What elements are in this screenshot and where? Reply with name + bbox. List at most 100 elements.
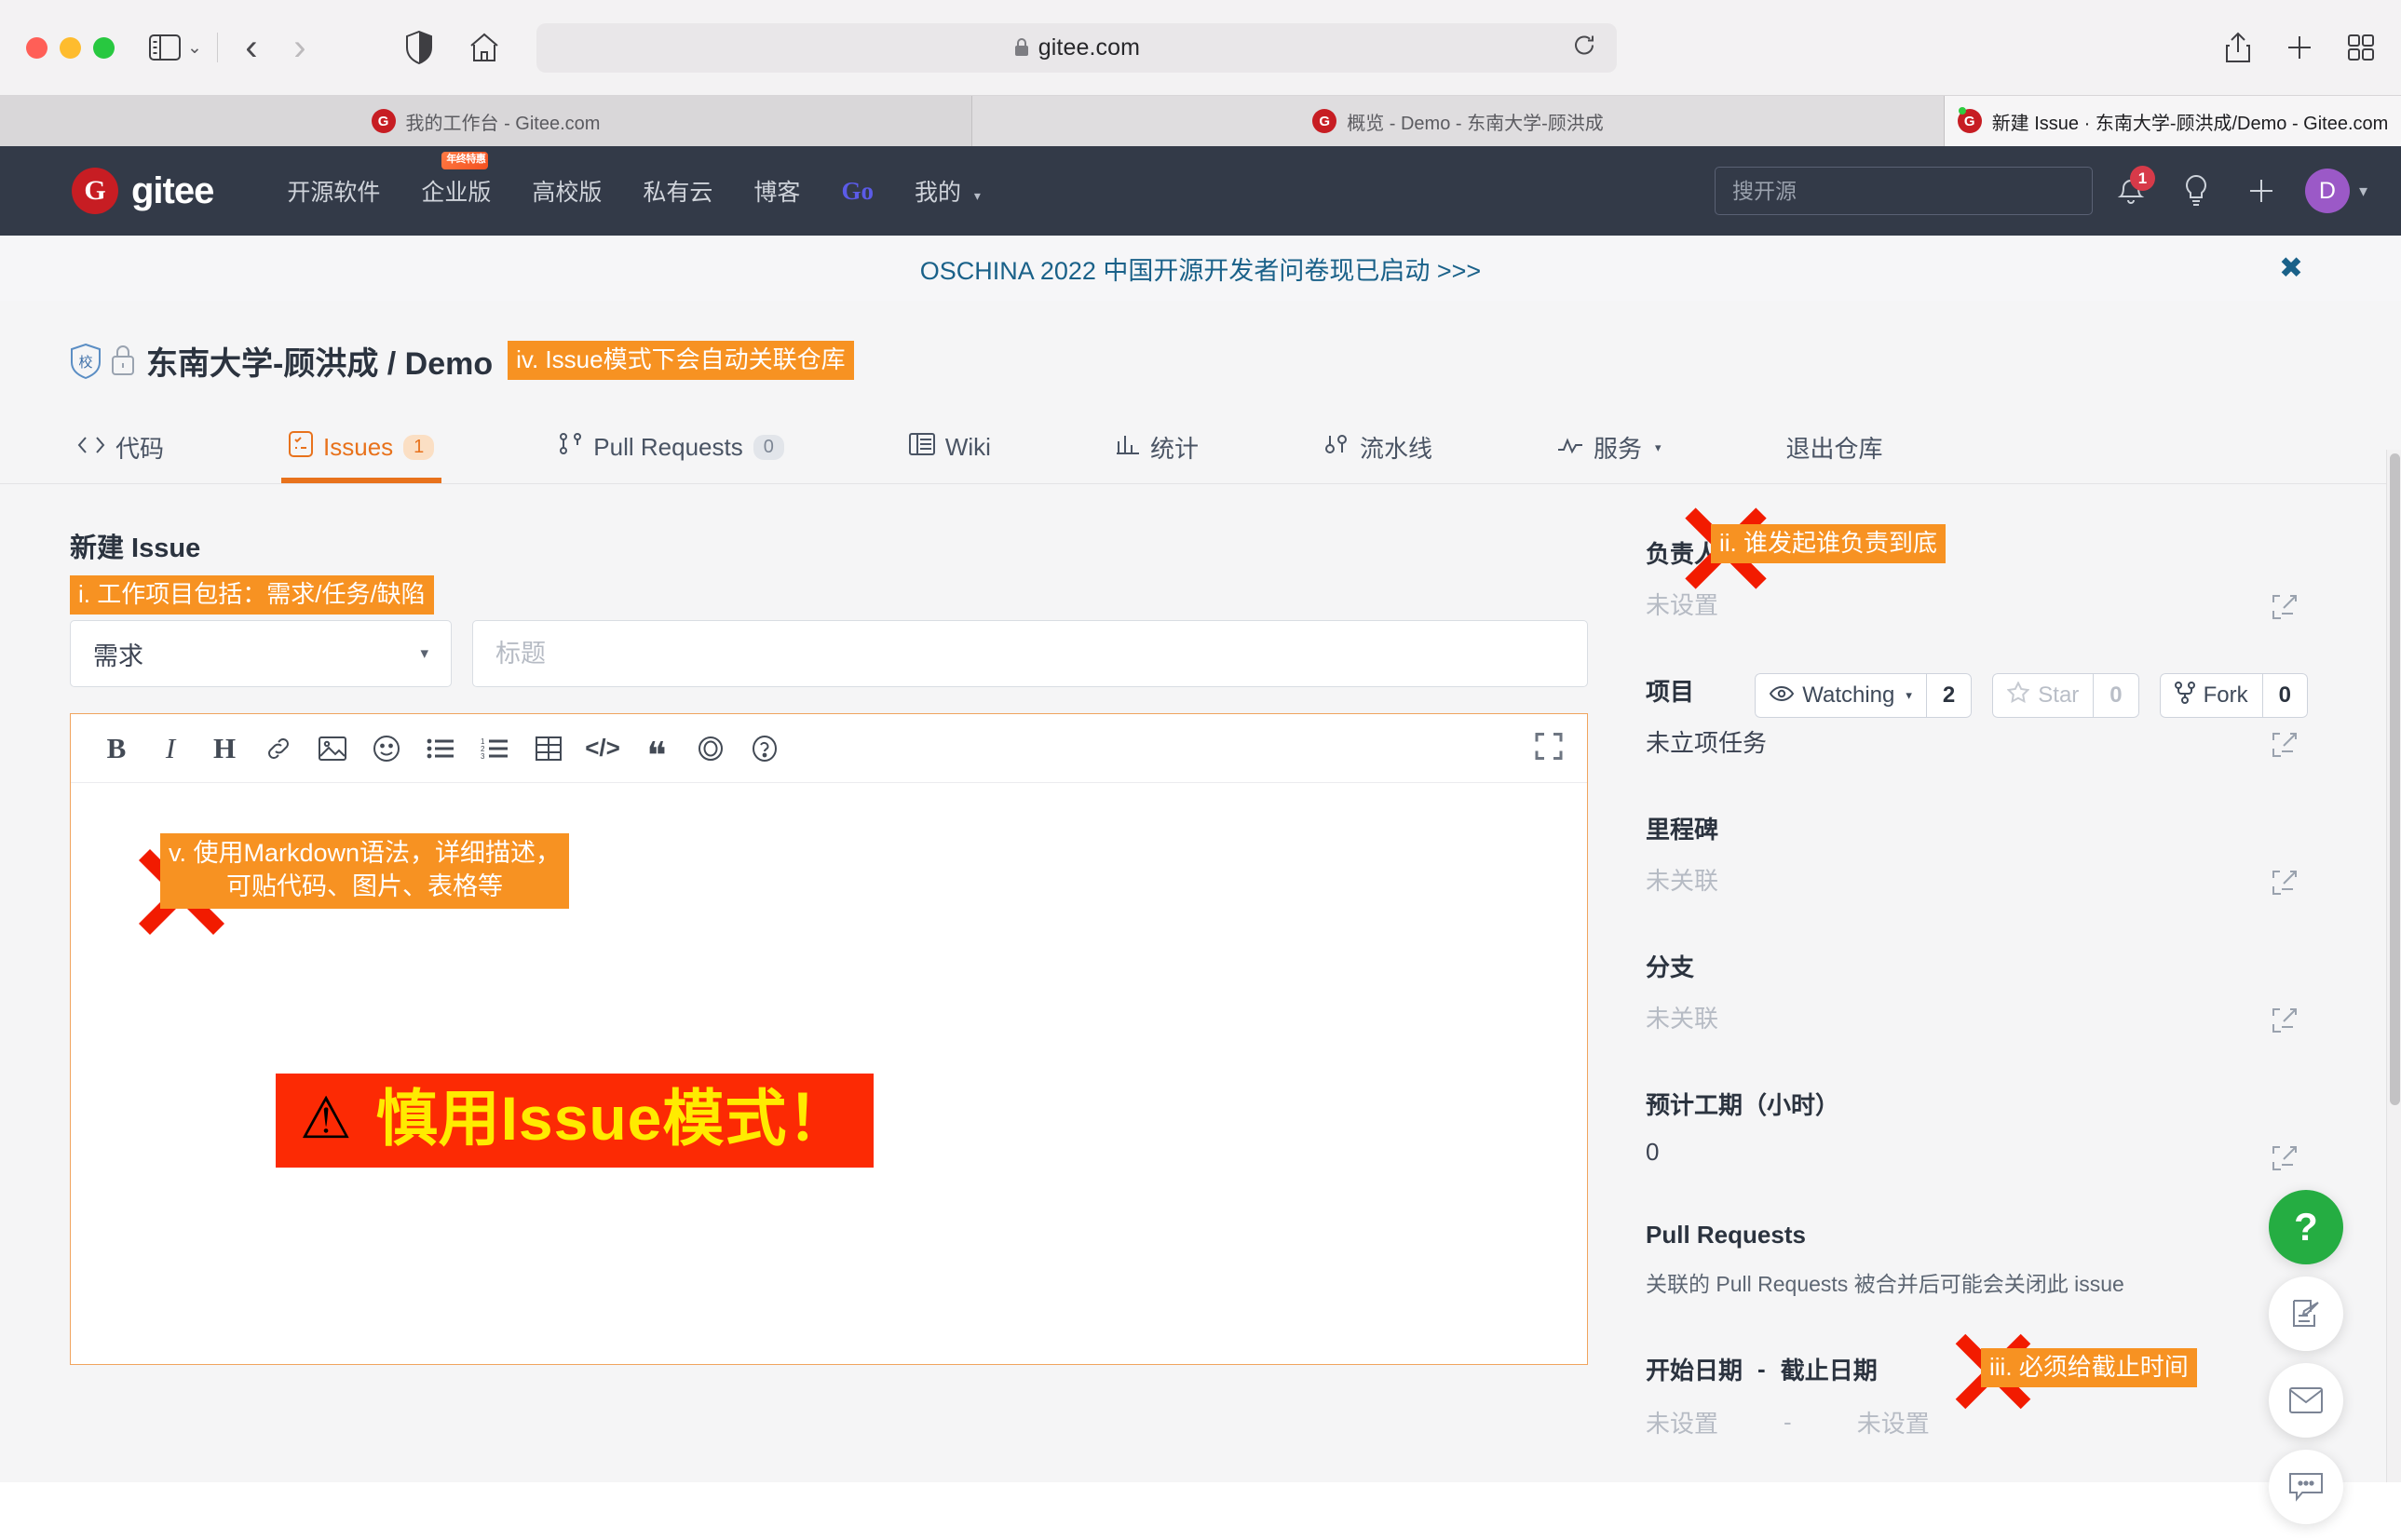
edit-branch-icon[interactable] <box>2271 1006 2299 1039</box>
browser-tab-2[interactable]: G 概览 - Demo - 东南大学-顾洪成 <box>972 96 1945 146</box>
nav-label: 高校版 <box>532 180 603 206</box>
page-scrollbar-thumb[interactable] <box>2390 453 2400 1105</box>
code-icon <box>77 433 105 462</box>
minimize-window-button[interactable] <box>60 36 81 59</box>
edit-estimate-icon[interactable] <box>2271 1144 2299 1177</box>
tab-pipeline[interactable]: 流水线 <box>1316 412 1440 483</box>
fullscreen-icon[interactable] <box>1535 732 1563 764</box>
issue-meta-row: 需求 ▾ <box>70 620 1588 688</box>
preview-icon[interactable] <box>684 722 738 776</box>
close-icon[interactable]: ✖ <box>2279 251 2303 285</box>
tab-wiki-label: Wiki <box>944 433 991 461</box>
forward-button[interactable]: › <box>276 25 324 70</box>
bullet-list-icon[interactable] <box>414 722 468 776</box>
promo-banner-link[interactable]: OSCHINA 2022 中国开源开发者问卷现已启动 >>> <box>920 250 1481 287</box>
nav-item-enterprise[interactable]: 年终特惠 企业版 <box>400 152 511 208</box>
edit-project-icon[interactable] <box>2271 731 2299 763</box>
link-icon[interactable] <box>251 722 305 776</box>
show-all-tabs-icon[interactable] <box>2347 34 2375 61</box>
gitee-favicon-icon: G <box>1957 107 1982 133</box>
back-button[interactable]: ‹ <box>227 25 276 70</box>
italic-icon[interactable]: I <box>143 722 197 776</box>
notification-count-badge: 1 <box>2129 166 2155 191</box>
tab-pull-requests[interactable]: Pull Requests 0 <box>551 412 792 483</box>
browser-right-actions <box>2200 32 2375 63</box>
privacy-shield-icon[interactable] <box>397 25 441 70</box>
private-lock-icon <box>110 343 138 378</box>
date-value-separator: - <box>1784 1408 1792 1436</box>
maximize-window-button[interactable] <box>93 36 115 59</box>
bold-icon[interactable]: B <box>89 722 143 776</box>
issue-type-select[interactable]: 需求 ▾ <box>70 620 452 688</box>
nav-item-opensource[interactable]: 开源软件 <box>266 174 400 208</box>
nav-item-go[interactable]: Go <box>821 177 894 206</box>
user-menu-chevron-down-icon[interactable]: ▾ <box>2359 182 2367 201</box>
markdown-editor-body[interactable]: v. 使用Markdown语法，详细描述， 可贴代码、图片、表格等 ⚠ 慎用Is… <box>71 783 1587 1360</box>
nav-item-edu[interactable]: 高校版 <box>511 174 622 208</box>
emoji-icon[interactable] <box>359 722 414 776</box>
new-tab-icon[interactable] <box>2286 34 2313 61</box>
notifications-button[interactable]: 1 <box>2104 164 2158 218</box>
warning-banner-text: 慎用Issue模式！ <box>375 1084 850 1154</box>
nav-item-privatecloud[interactable]: 私有云 <box>622 174 733 208</box>
nav-promo-badge: 年终特惠 <box>441 152 489 169</box>
gitee-logo-mark-icon: G <box>72 168 118 214</box>
mail-fab[interactable] <box>2269 1363 2343 1438</box>
tab-stats-label: 统计 <box>1149 435 1199 463</box>
share-icon[interactable] <box>2224 32 2252 63</box>
quote-icon[interactable]: ❝ <box>630 722 684 776</box>
create-new-button[interactable] <box>2234 164 2288 218</box>
svg-text:3: 3 <box>481 752 485 760</box>
tab-services[interactable]: 服务 ▾ <box>1550 412 1669 483</box>
repo-header: 校 东南大学-顾洪成 / Demo iv. Issue模式下会自动关联仓库 <box>0 301 2401 384</box>
home-icon[interactable] <box>462 25 507 70</box>
browser-tab-1[interactable]: G 我的工作台 - Gitee.com <box>0 96 972 146</box>
tab-code[interactable]: 代码 <box>70 412 171 483</box>
page-scrollbar[interactable] <box>2386 450 2401 1482</box>
reload-icon[interactable] <box>1572 34 1596 62</box>
chat-fab[interactable] <box>2269 1450 2343 1524</box>
help-fab[interactable]: ? <box>2269 1190 2343 1264</box>
search-input[interactable] <box>1714 167 2093 215</box>
browser-tab-1-title: 我的工作台 - Gitee.com <box>405 113 601 134</box>
repo-title[interactable]: 东南大学-顾洪成 / Demo <box>146 338 493 384</box>
warning-triangle-icon: ⚠ <box>300 1086 352 1151</box>
sidebar-toggle-icon[interactable] <box>144 27 185 68</box>
tab-stats[interactable]: 统计 <box>1108 412 1206 483</box>
issue-title-input[interactable] <box>472 620 1588 688</box>
gitee-favicon-icon: G <box>1312 109 1337 133</box>
gitee-logo[interactable]: G gitee <box>72 168 214 214</box>
browser-tab-3[interactable]: G 新建 Issue · 东南大学-顾洪成/Demo - Gitee.com <box>1945 96 2401 146</box>
editor-toolbar: B I H 123 </> ❝ <box>71 714 1587 784</box>
feedback-fab[interactable] <box>2269 1277 2343 1351</box>
tab-leave-repo[interactable]: 退出仓库 <box>1779 412 1891 483</box>
image-icon[interactable] <box>305 722 359 776</box>
tab-issues[interactable]: Issues 1 <box>281 412 442 483</box>
heading-icon[interactable]: H <box>197 722 251 776</box>
nav-item-blog[interactable]: 博客 <box>733 174 821 208</box>
close-window-button[interactable] <box>26 36 47 59</box>
help-icon[interactable] <box>738 722 792 776</box>
issue-form-main-column: 新建 Issue i. 工作项目包括：需求/任务/缺陷 需求 ▾ B I H <box>70 484 1588 1482</box>
gitee-favicon-icon: G <box>371 109 396 133</box>
nav-item-mine[interactable]: 我的 ▾ <box>894 174 1001 208</box>
sidebar-chevron-down-icon[interactable]: ⌄ <box>187 37 202 59</box>
suggestion-lightbulb-icon[interactable] <box>2169 164 2223 218</box>
edit-assignee-icon[interactable] <box>2271 593 2299 626</box>
code-icon[interactable]: </> <box>576 722 630 776</box>
sidebar-label-branch: 分支 <box>1646 953 1695 981</box>
table-icon[interactable] <box>522 722 576 776</box>
tab-pipeline-label: 流水线 <box>1359 435 1432 463</box>
tab-leave-repo-label: 退出仓库 <box>1785 435 1883 463</box>
chevron-down-icon: ▾ <box>420 644 428 663</box>
sidebar-field-assignee: 负责人 未设置 ii. 谁发起谁负责到底 <box>1646 507 2401 621</box>
end-date-value: 未设置 <box>1856 1410 1930 1438</box>
numbered-list-icon[interactable]: 123 <box>468 722 522 776</box>
browser-tab-2-title: 概览 - Demo - 东南大学-顾洪成 <box>1347 113 1604 134</box>
gitee-nav-right: 1 D ▾ <box>1714 164 2401 218</box>
address-bar[interactable]: gitee.com <box>536 22 1617 73</box>
edit-milestone-icon[interactable] <box>2271 869 2299 901</box>
annotation-ii: ii. 谁发起谁负责到底 <box>1711 524 1947 564</box>
tab-wiki[interactable]: Wiki <box>902 412 998 483</box>
user-avatar[interactable]: D <box>2304 169 2350 213</box>
